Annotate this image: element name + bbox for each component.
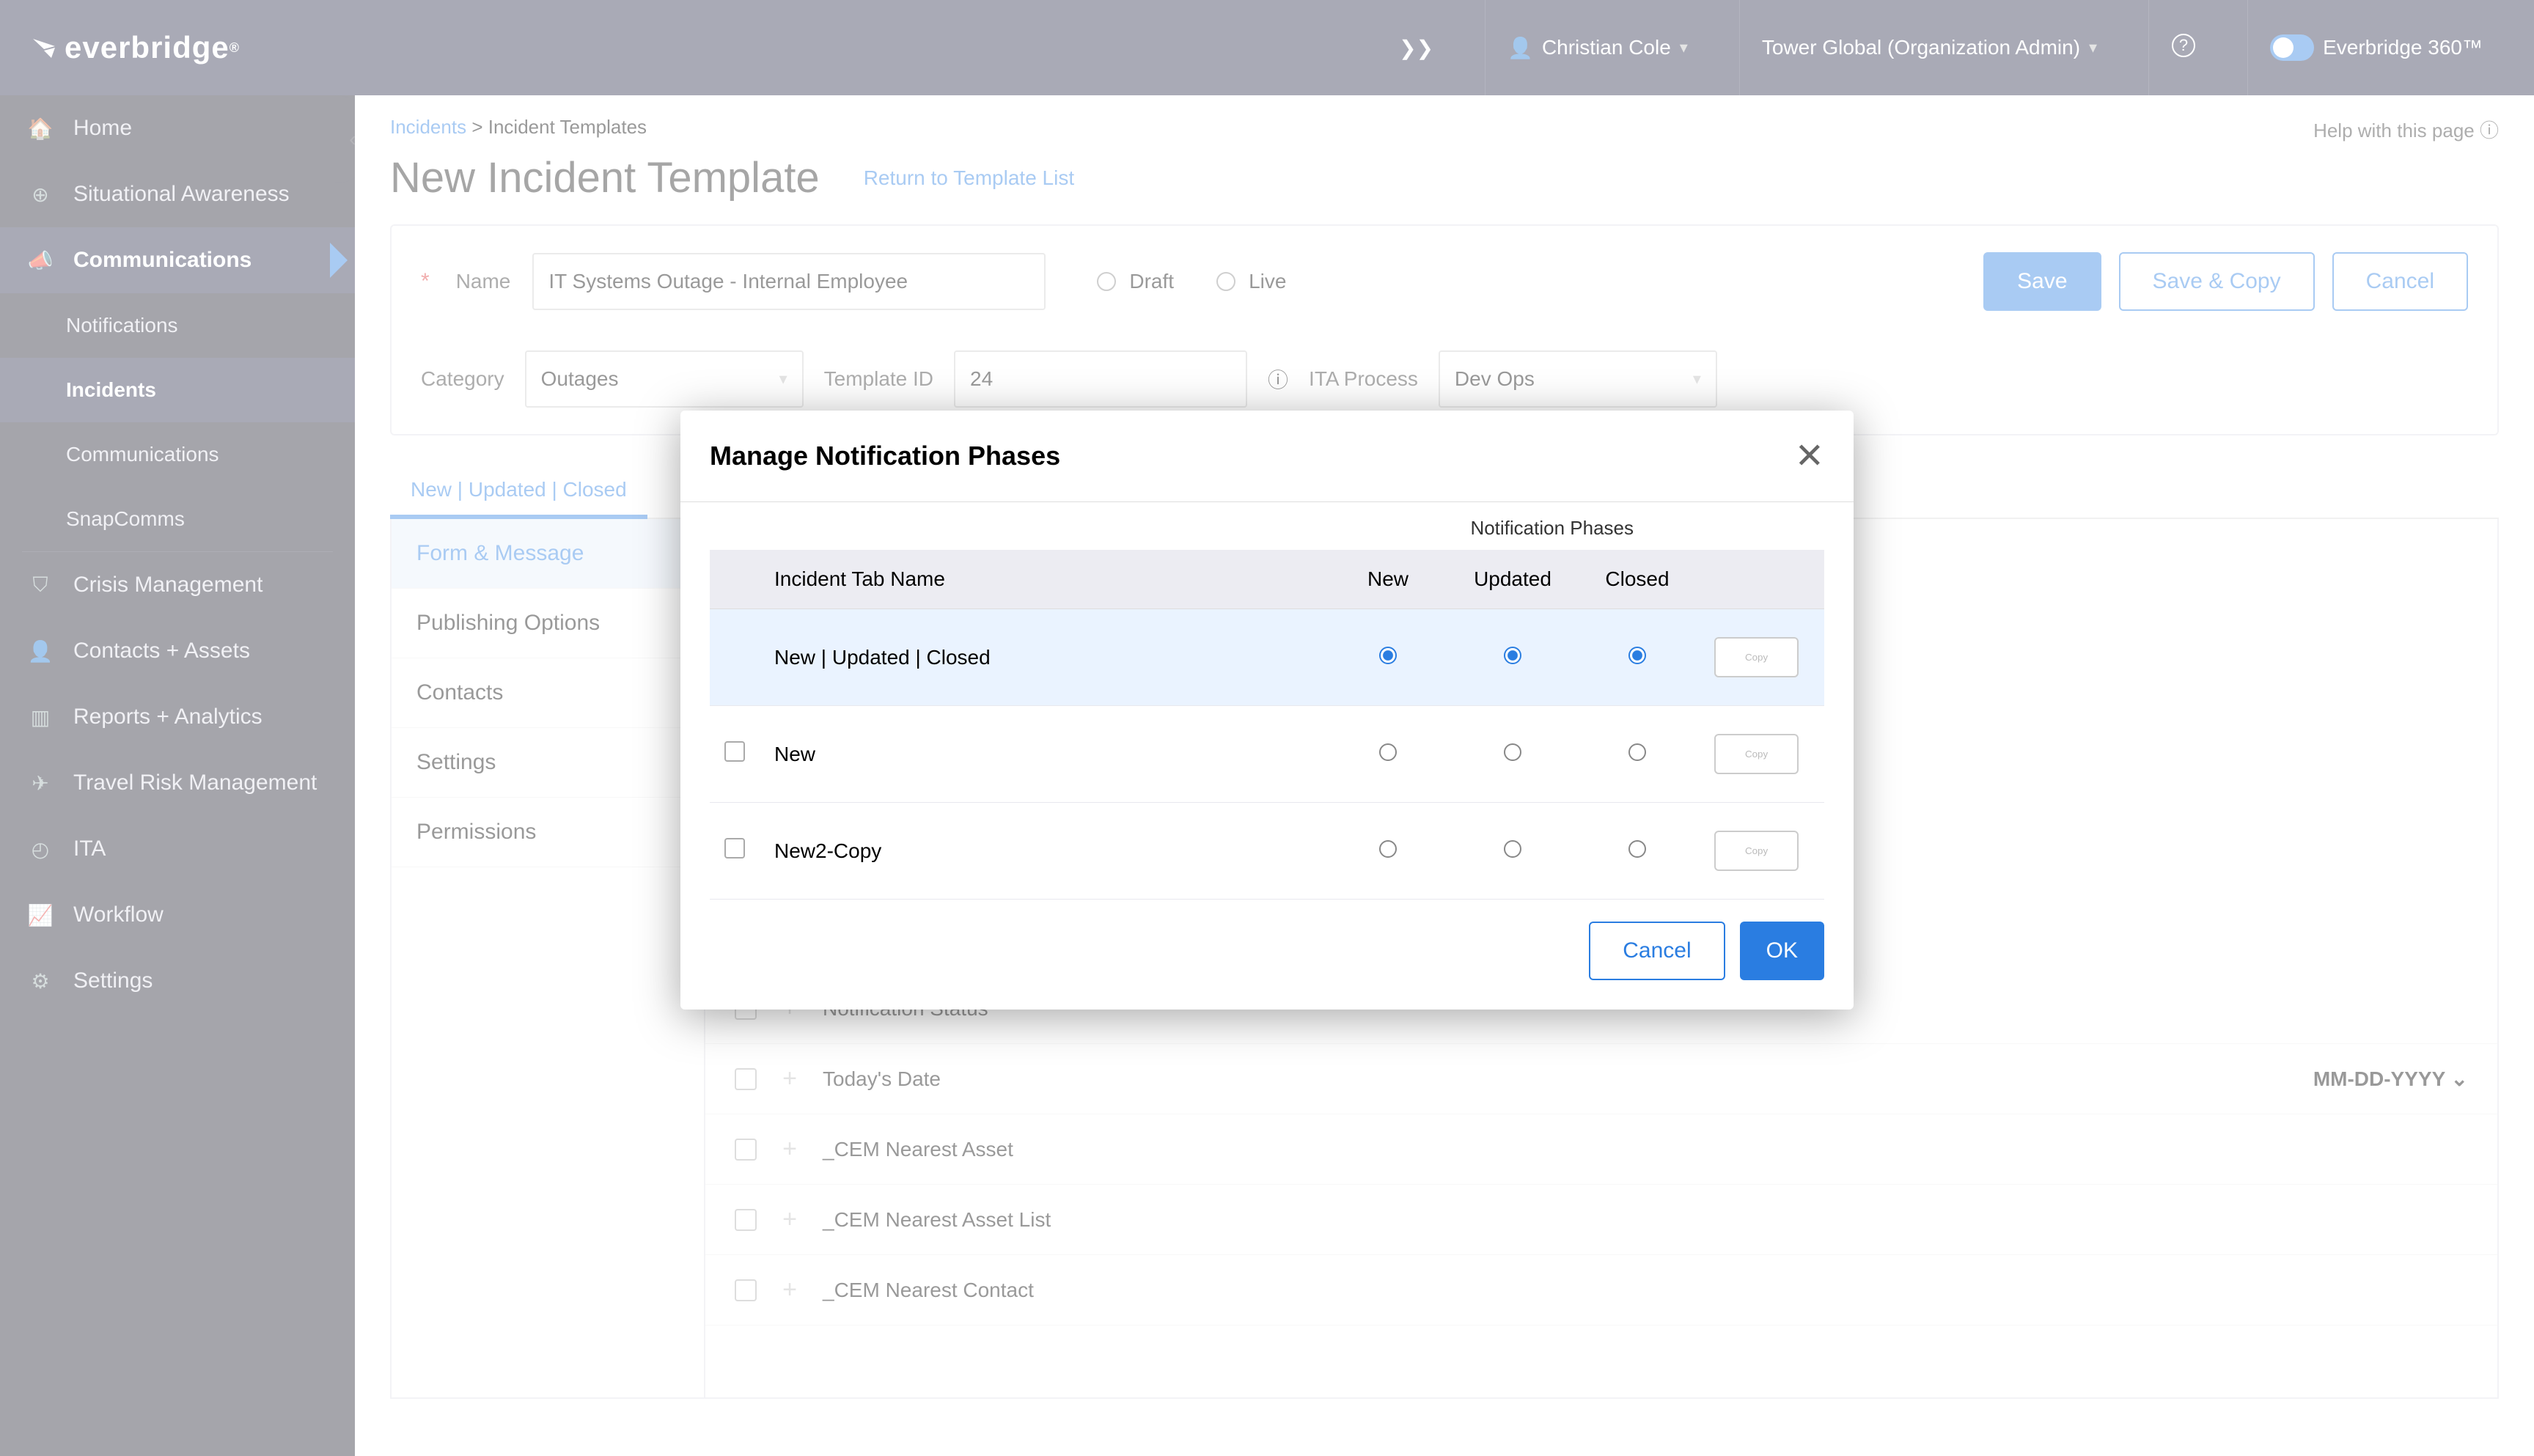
radio-updated[interactable] — [1504, 743, 1521, 761]
modal-overlay: Manage Notification Phases ✕ Notificatio… — [0, 0, 2534, 1456]
phases-table: Incident Tab Name New Updated Closed New… — [710, 550, 1824, 900]
row-name: New2-Copy — [760, 803, 1326, 900]
radio-closed[interactable] — [1628, 840, 1646, 858]
table-row[interactable]: New Copy — [710, 706, 1824, 803]
col-closed: Closed — [1575, 550, 1700, 609]
radio-closed[interactable] — [1628, 647, 1646, 664]
radio-updated[interactable] — [1504, 647, 1521, 664]
manage-phases-modal: Manage Notification Phases ✕ Notificatio… — [680, 411, 1854, 1010]
row-name: New | Updated | Closed — [760, 609, 1326, 706]
col-new: New — [1326, 550, 1450, 609]
radio-new[interactable] — [1379, 647, 1397, 664]
radio-closed[interactable] — [1628, 743, 1646, 761]
modal-title: Manage Notification Phases — [710, 441, 1060, 471]
radio-new[interactable] — [1379, 743, 1397, 761]
radio-new[interactable] — [1379, 840, 1397, 858]
modal-ok-button[interactable]: OK — [1740, 922, 1824, 980]
checkbox[interactable] — [724, 838, 745, 858]
modal-cancel-button[interactable]: Cancel — [1589, 922, 1725, 980]
table-row[interactable]: New2-Copy Copy — [710, 803, 1824, 900]
copy-button[interactable]: Copy — [1714, 831, 1799, 871]
col-updated: Updated — [1450, 550, 1575, 609]
copy-button[interactable]: Copy — [1714, 734, 1799, 774]
radio-updated[interactable] — [1504, 840, 1521, 858]
col-tab-name: Incident Tab Name — [760, 550, 1326, 609]
checkbox[interactable] — [724, 741, 745, 762]
phase-group-header: Notification Phases — [710, 517, 1824, 540]
row-name: New — [760, 706, 1326, 803]
table-row[interactable]: New | Updated | Closed Copy — [710, 609, 1824, 706]
close-icon[interactable]: ✕ — [1795, 435, 1824, 477]
copy-button[interactable]: Copy — [1714, 637, 1799, 677]
